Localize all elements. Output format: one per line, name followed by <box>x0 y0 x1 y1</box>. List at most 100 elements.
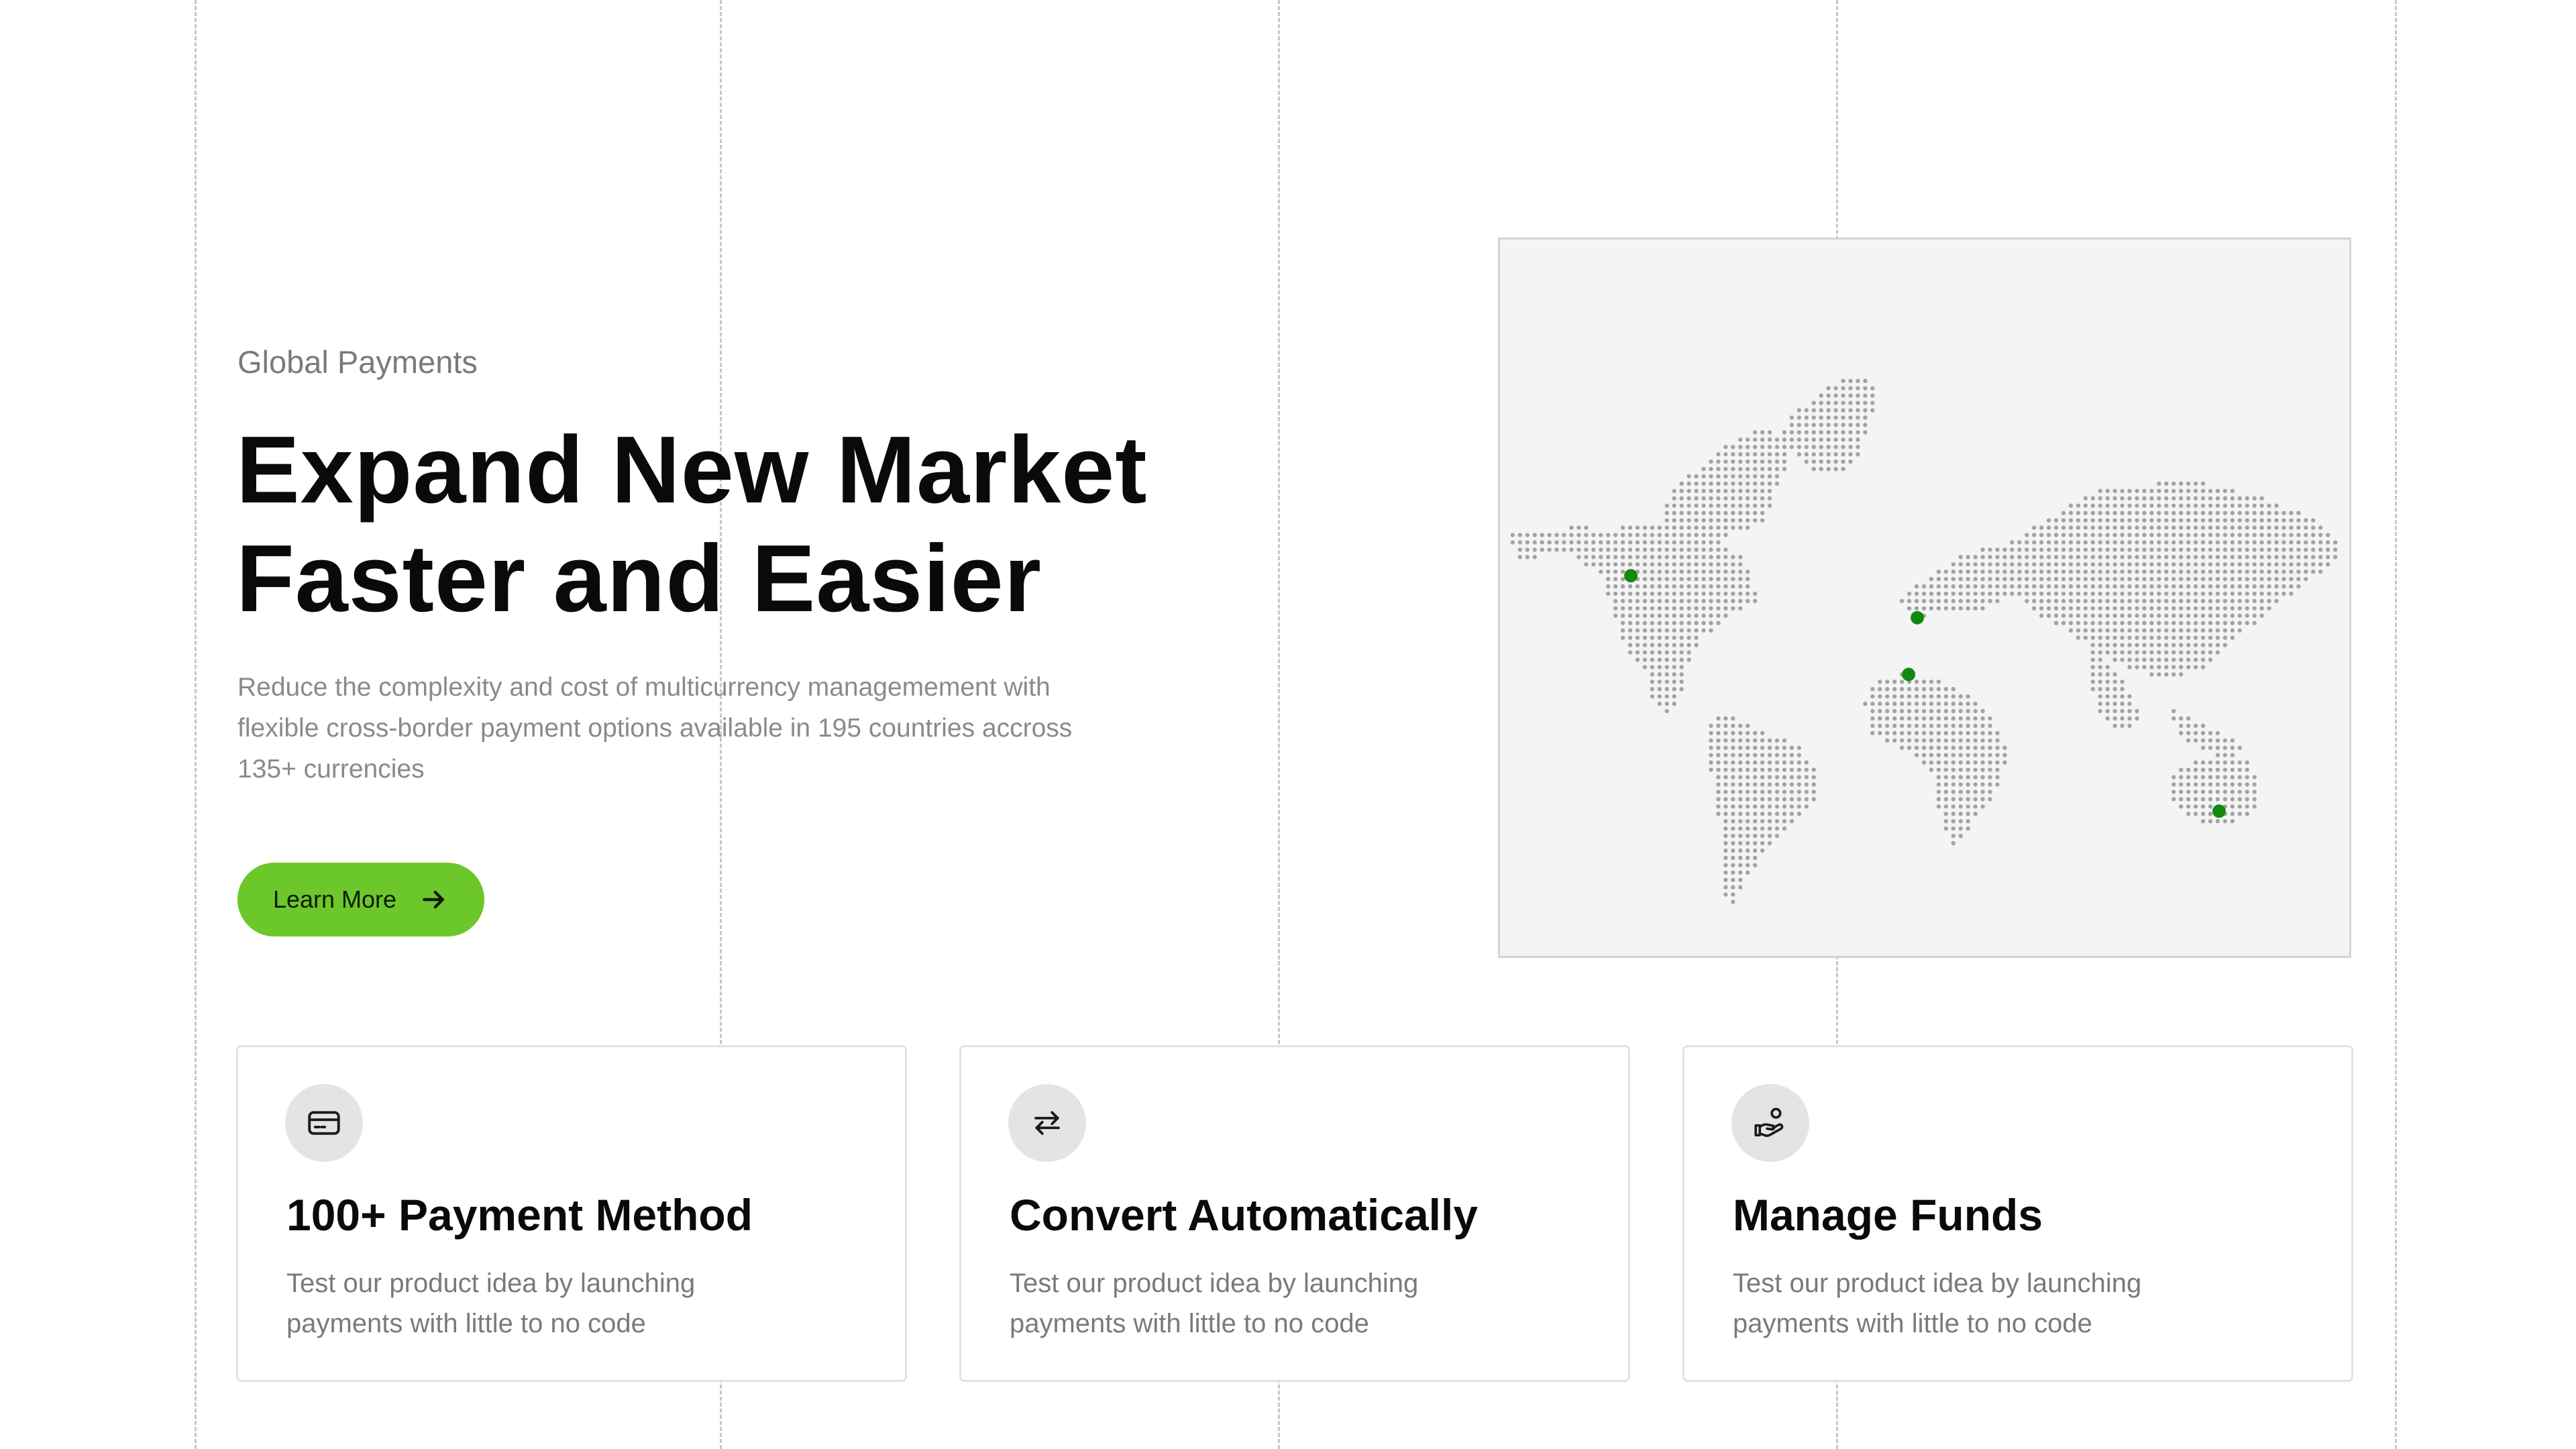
map-dot <box>2046 540 2051 545</box>
map-dot <box>2098 643 2102 647</box>
map-dot <box>2200 767 2206 772</box>
world-map-dotted <box>1510 378 2338 904</box>
map-dot <box>2083 562 2088 567</box>
map-dot <box>2193 525 2198 530</box>
map-dot <box>1701 525 1706 530</box>
map-dot <box>1966 570 1970 574</box>
map-dot <box>1936 731 1941 736</box>
map-location-marker <box>1624 569 1638 583</box>
map-dot <box>1980 790 1985 794</box>
map-dot <box>1738 797 1743 802</box>
map-dot <box>2142 613 2147 619</box>
map-dot <box>2252 555 2257 559</box>
map-dot <box>1672 576 1676 582</box>
map-dot <box>1936 723 1941 729</box>
map-dot <box>1811 452 1816 457</box>
map-dot <box>2252 782 2257 787</box>
map-dot <box>1885 701 1890 706</box>
map-dot <box>2200 635 2206 640</box>
map-dot <box>2010 576 2015 582</box>
map-dot <box>1686 503 1691 508</box>
map-dot <box>1642 606 1648 611</box>
map-dot <box>1804 767 1809 772</box>
map-dot <box>1731 562 1735 567</box>
map-dot <box>1943 708 1949 714</box>
map-dot <box>2127 496 2132 501</box>
map-dot <box>2186 804 2191 809</box>
map-dot <box>2090 628 2095 633</box>
map-dot <box>1635 555 1640 559</box>
learn-more-button[interactable]: Learn More <box>237 863 484 936</box>
map-dot <box>2200 657 2206 662</box>
map-dot <box>1657 525 1662 530</box>
map-dot <box>2208 518 2213 523</box>
map-dot <box>1650 570 1655 574</box>
map-dot <box>1686 533 1691 537</box>
map-dot <box>2252 525 2257 530</box>
map-dot <box>1584 555 1589 559</box>
map-dot <box>1525 540 1529 545</box>
map-dot <box>2149 496 2154 501</box>
map-dot <box>2222 598 2228 604</box>
map-dot <box>1841 408 1845 413</box>
map-dot <box>2304 570 2308 574</box>
map-dot <box>1929 767 1934 772</box>
map-dot <box>2245 576 2249 582</box>
map-dot <box>1709 525 1713 530</box>
map-dot <box>1679 533 1684 537</box>
map-dot <box>2120 533 2125 537</box>
map-dot <box>1921 606 1927 611</box>
map-dot <box>1716 459 1721 464</box>
map-dot <box>1819 393 1823 398</box>
map-dot <box>2135 621 2139 625</box>
map-dot <box>1760 841 1765 846</box>
map-dot <box>1679 643 1684 647</box>
map-dot <box>1532 547 1537 552</box>
map-dot <box>1584 562 1589 567</box>
map-dot <box>2274 570 2279 574</box>
map-dot <box>1789 818 1794 824</box>
map-dot <box>1774 474 1780 479</box>
map-dot <box>2179 503 2184 508</box>
map-dot <box>2222 613 2228 619</box>
map-dot <box>2105 694 2110 699</box>
map-dot <box>2186 488 2191 494</box>
map-dot <box>2002 555 2007 559</box>
map-dot <box>1899 708 1904 714</box>
map-dot <box>1870 731 1875 736</box>
map-dot <box>1753 863 1758 867</box>
map-dot <box>1958 562 1963 567</box>
map-dot <box>2222 533 2228 537</box>
map-dot <box>2304 518 2308 523</box>
map-dot <box>1613 555 1618 559</box>
map-dot <box>2090 598 2095 604</box>
map-dot <box>1642 650 1648 655</box>
map-dot <box>1723 488 1728 494</box>
map-dot <box>2112 613 2117 619</box>
map-dot <box>2332 547 2338 552</box>
map-dot <box>2215 760 2220 765</box>
map-dot <box>1716 570 1721 574</box>
map-dot <box>2215 767 2220 772</box>
map-dot <box>1760 818 1765 824</box>
map-dot <box>2127 643 2132 647</box>
map-dot <box>2105 576 2110 582</box>
map-dot <box>2032 562 2037 567</box>
map-dot <box>1767 826 1772 831</box>
map-dot <box>2083 503 2088 508</box>
map-dot <box>1767 804 1772 809</box>
map-dot <box>1767 797 1772 802</box>
map-dot <box>2142 518 2147 523</box>
map-dot <box>1701 518 1706 523</box>
map-dot <box>1738 870 1743 875</box>
map-dot <box>2142 525 2147 530</box>
map-dot <box>2186 650 2191 655</box>
map-dot <box>1782 804 1787 809</box>
map-dot <box>1599 540 1603 545</box>
map-dot <box>1774 466 1780 472</box>
map-dot <box>2142 650 2147 655</box>
map-dot <box>1716 797 1721 802</box>
map-dot <box>1753 738 1758 743</box>
map-dot <box>2046 584 2051 589</box>
map-dot <box>1694 621 1699 625</box>
